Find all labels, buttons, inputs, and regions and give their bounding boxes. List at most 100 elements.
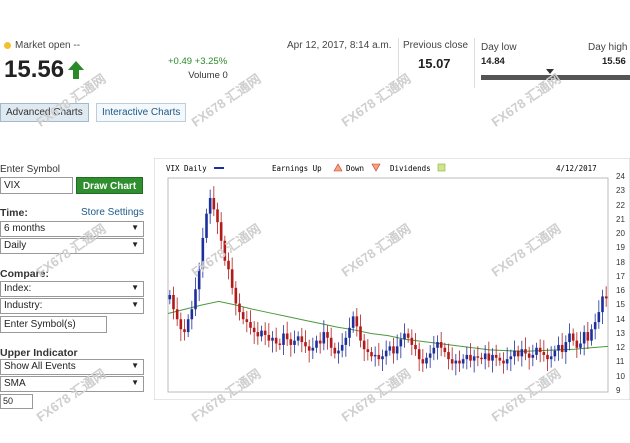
candle-body (340, 344, 344, 351)
candle-body (480, 357, 483, 360)
candle-body (560, 344, 564, 353)
candle-body (377, 354, 381, 360)
candle-body (282, 333, 285, 345)
candle-body (472, 356, 476, 361)
candle-body (289, 339, 293, 345)
draw-chart-button[interactable]: Draw Chart (76, 177, 143, 194)
candle-body (458, 360, 461, 364)
candle-body (307, 346, 311, 351)
candle-body (183, 329, 186, 333)
candle-body (406, 333, 410, 338)
store-settings-link[interactable]: Store Settings (81, 207, 144, 218)
candle-body (322, 332, 326, 344)
candle-body (172, 294, 175, 310)
y-tick-label: 13 (616, 328, 625, 338)
candle-body (186, 319, 190, 333)
events-select[interactable]: Show All Events ▼ (0, 359, 144, 375)
caret-down-icon: ▼ (131, 223, 139, 232)
candle-body (432, 347, 436, 354)
caret-down-icon: ▼ (131, 283, 139, 292)
candle-body (542, 352, 546, 355)
candle-body (337, 350, 340, 354)
candle-body (531, 354, 535, 358)
candle-body (395, 346, 399, 354)
industry-select[interactable]: Industry: ▼ (0, 298, 144, 314)
candle-body (256, 332, 260, 337)
candle-body (568, 333, 571, 343)
candle-body (234, 287, 238, 304)
candle-body (168, 294, 172, 300)
candle-body (227, 260, 230, 270)
sma-period-input[interactable]: 50 (0, 394, 33, 409)
upper-indicator-label: Upper Indicator (0, 347, 78, 359)
time-label: Time: (0, 207, 28, 219)
candle-body (593, 322, 597, 330)
price-display: 15.56 (4, 56, 85, 84)
candle-body (494, 354, 498, 358)
timestamp: Apr 12, 2017, 8:14 a.m. (287, 40, 392, 51)
candle-body (549, 356, 553, 360)
y-tick-label: 22 (616, 200, 625, 210)
up-arrow-icon (68, 61, 85, 79)
candle-body (399, 339, 403, 347)
legend-date: 4/12/2017 (556, 164, 597, 173)
candle-body (249, 322, 252, 328)
candle-body (461, 359, 465, 364)
candle-body (252, 327, 256, 333)
candle-body (527, 353, 531, 358)
candle-body (315, 340, 318, 348)
candle-body (296, 336, 300, 341)
legend-dividends: Dividends (390, 164, 431, 173)
legend-earnings: Earnings Up (272, 164, 322, 173)
candle-body (318, 340, 322, 344)
candle-body (571, 333, 575, 341)
candle-body (366, 349, 370, 353)
candle-body (575, 340, 579, 348)
day-high-value: 15.56 (602, 56, 626, 67)
candle-body (190, 309, 194, 320)
candle-body (373, 354, 377, 357)
candle-body (359, 326, 362, 341)
candle-body (487, 353, 491, 361)
candle-body (179, 319, 183, 330)
interval-value: Daily (4, 240, 27, 251)
candle-body (546, 354, 549, 360)
candle-body (421, 359, 425, 364)
divider (474, 38, 475, 88)
previous-close-value: 15.07 (418, 56, 451, 71)
candle-body (403, 333, 406, 340)
compare-symbols-input[interactable]: Enter Symbol(s) (0, 316, 107, 333)
y-tick-label: 19 (616, 243, 625, 253)
candle-body (465, 354, 469, 360)
candle-body (370, 352, 373, 357)
candle-body (476, 356, 480, 358)
enter-symbol-label: Enter Symbol (0, 164, 61, 175)
candle-body (362, 340, 366, 350)
candle-body (263, 330, 267, 335)
candle-body (439, 342, 443, 348)
candle-body (384, 350, 388, 357)
candle-body (447, 352, 450, 360)
time-range-select[interactable]: 6 months ▼ (0, 221, 144, 237)
candle-body (230, 269, 234, 288)
candle-body (274, 337, 278, 344)
index-select[interactable]: Index: ▼ (0, 281, 144, 297)
candle-body (410, 337, 414, 345)
candle-body (175, 309, 179, 320)
candle-body (285, 333, 289, 340)
candle-body (219, 222, 223, 241)
candle-body (326, 332, 329, 338)
price-change: +0.49 +3.25% (168, 56, 228, 67)
candle-body (238, 303, 241, 313)
candle-body (564, 342, 568, 353)
tab-interactive-charts[interactable]: Interactive Charts (96, 103, 187, 122)
candle-body (538, 347, 542, 353)
candle-body (520, 349, 524, 357)
candle-body (271, 337, 274, 341)
day-low-label: Day low (481, 42, 517, 53)
candle-body (604, 296, 608, 299)
events-value: Show All Events (4, 361, 76, 372)
candlestick-chart-svg: VIX Daily Earnings Up Down Dividends 4/1… (153, 157, 630, 401)
y-tick-label: 23 (616, 186, 625, 196)
symbol-input[interactable]: VIX (0, 177, 73, 194)
